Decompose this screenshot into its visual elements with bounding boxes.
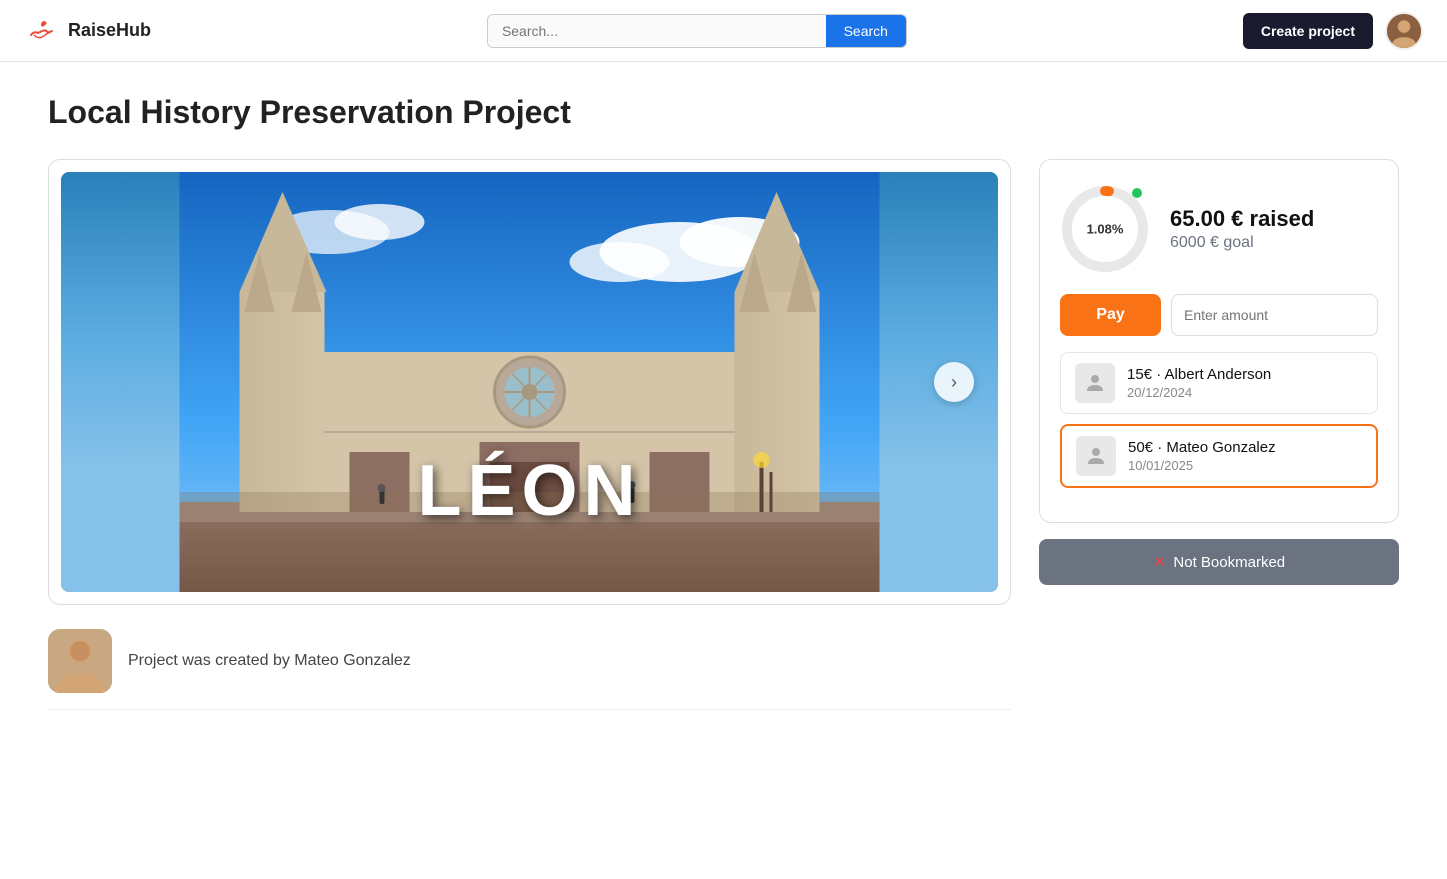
donor-row: 15€ · Albert Anderson 20/12/2024 (1060, 352, 1378, 414)
right-panel: 1.08% 65.00 € raised 6000 € goal Pay (1039, 159, 1399, 585)
funding-info: 65.00 € raised 6000 € goal (1170, 206, 1378, 252)
bookmark-button[interactable]: ✕ Not Bookmarked (1039, 539, 1399, 585)
create-project-button[interactable]: Create project (1243, 13, 1373, 49)
funding-top: 1.08% 65.00 € raised 6000 € goal (1060, 184, 1378, 274)
donor-date-1: 10/01/2025 (1128, 458, 1362, 473)
creator-avatar (48, 629, 112, 693)
search-area: Search (167, 14, 1227, 48)
main-layout: LÉON › Project was created by Mateo Gonz… (48, 159, 1399, 710)
creator-row: Project was created by Mateo Gonzalez (48, 629, 1011, 710)
search-wrapper: Search (487, 14, 907, 48)
left-panel: LÉON › Project was created by Mateo Gonz… (48, 159, 1011, 710)
funding-card: 1.08% 65.00 € raised 6000 € goal Pay (1039, 159, 1399, 523)
donor-name-1: 50€ · Mateo Gonzalez (1128, 439, 1362, 456)
donor-row-highlighted: 50€ · Mateo Gonzalez 10/01/2025 (1060, 424, 1378, 488)
nav-right: Create project (1243, 12, 1423, 50)
city-label: LÉON (417, 450, 641, 532)
project-image: LÉON › (61, 172, 998, 592)
donut-chart: 1.08% (1060, 184, 1150, 274)
search-button[interactable]: Search (826, 15, 906, 47)
next-image-button[interactable]: › (934, 362, 974, 402)
logo-text: RaiseHub (68, 20, 151, 41)
donor-info-0: 15€ · Albert Anderson 20/12/2024 (1127, 366, 1363, 400)
pay-button[interactable]: Pay (1060, 294, 1161, 336)
navbar: RaiseHub Search Create project (0, 0, 1447, 62)
logo[interactable]: RaiseHub (24, 13, 151, 49)
donor-info-1: 50€ · Mateo Gonzalez 10/01/2025 (1128, 439, 1362, 473)
logo-icon (24, 13, 60, 49)
donor-name-0: 15€ · Albert Anderson (1127, 366, 1363, 383)
percent-label: 1.08% (1087, 222, 1124, 237)
active-dot (1132, 188, 1142, 198)
donor-icon-1 (1076, 436, 1116, 476)
page: Local History Preservation Project (0, 62, 1447, 742)
avatar[interactable] (1385, 12, 1423, 50)
avatar-image (1387, 14, 1421, 48)
raised-amount: 65.00 € raised (1170, 206, 1378, 232)
amount-input[interactable] (1171, 294, 1378, 336)
goal-text: 6000 € goal (1170, 234, 1378, 252)
donors-list: 15€ · Albert Anderson 20/12/2024 (1060, 352, 1378, 488)
image-card: LÉON › (48, 159, 1011, 605)
bookmark-x-icon: ✕ (1153, 553, 1166, 571)
page-title: Local History Preservation Project (48, 94, 1399, 131)
search-input[interactable] (488, 15, 826, 47)
donor-icon-0 (1075, 363, 1115, 403)
donor-date-0: 20/12/2024 (1127, 385, 1363, 400)
creator-text: Project was created by Mateo Gonzalez (128, 652, 411, 670)
pay-row: Pay (1060, 294, 1378, 336)
bookmark-label: Not Bookmarked (1173, 554, 1285, 571)
